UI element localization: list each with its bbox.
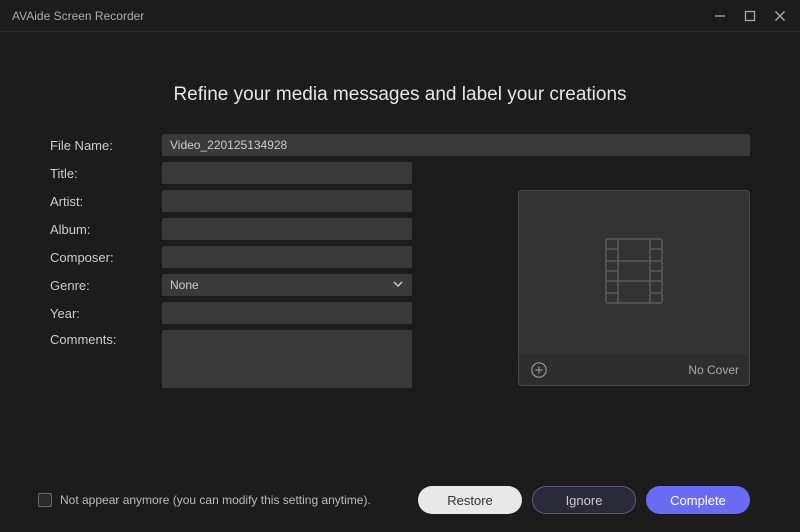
genre-select[interactable]: None — [162, 274, 412, 296]
app-title: AVAide Screen Recorder — [12, 9, 144, 23]
cover-placeholder — [518, 190, 750, 356]
year-row: Year: — [50, 302, 412, 324]
composer-row: Composer: — [50, 246, 412, 268]
file-name-label: File Name: — [50, 138, 162, 153]
cover-footer: No Cover — [518, 354, 750, 386]
action-buttons: Restore Ignore Complete — [418, 486, 750, 514]
album-row: Album: — [50, 218, 412, 240]
file-name-row: File Name: — [50, 134, 750, 156]
artist-label: Artist: — [50, 194, 162, 209]
composer-label: Composer: — [50, 250, 162, 265]
artist-input[interactable] — [162, 190, 412, 212]
footer: Not appear anymore (you can modify this … — [0, 478, 800, 532]
minimize-icon[interactable] — [712, 8, 728, 24]
comments-row: Comments: — [50, 330, 412, 388]
chevron-down-icon — [392, 278, 404, 293]
title-input[interactable] — [162, 162, 412, 184]
ignore-button[interactable]: Ignore — [532, 486, 636, 514]
year-input[interactable] — [162, 302, 412, 324]
restore-button[interactable]: Restore — [418, 486, 522, 514]
album-input[interactable] — [162, 218, 412, 240]
complete-button[interactable]: Complete — [646, 486, 750, 514]
comments-label: Comments: — [50, 330, 162, 347]
content: File Name: Title: Artist: Album: Compose — [0, 134, 800, 394]
film-icon — [584, 221, 684, 326]
artist-row: Artist: — [50, 190, 412, 212]
year-label: Year: — [50, 306, 162, 321]
add-cover-button[interactable] — [529, 360, 549, 380]
not-appear-row: Not appear anymore (you can modify this … — [38, 493, 371, 507]
not-appear-label: Not appear anymore (you can modify this … — [60, 493, 371, 507]
page-title: Refine your media messages and label you… — [0, 84, 800, 106]
genre-label: Genre: — [50, 278, 162, 293]
album-label: Album: — [50, 222, 162, 237]
genre-row: Genre: None — [50, 274, 412, 296]
close-icon[interactable] — [772, 8, 788, 24]
window-controls — [712, 8, 788, 24]
no-cover-text: No Cover — [688, 363, 739, 377]
genre-value: None — [170, 278, 199, 292]
composer-input[interactable] — [162, 246, 412, 268]
title-label: Title: — [50, 166, 162, 181]
title-row: Title: — [50, 162, 412, 184]
comments-input[interactable] — [162, 330, 412, 388]
titlebar: AVAide Screen Recorder — [0, 0, 800, 32]
maximize-icon[interactable] — [742, 8, 758, 24]
file-name-input[interactable] — [162, 134, 750, 156]
cover-panel: No Cover — [518, 190, 750, 394]
not-appear-checkbox[interactable] — [38, 493, 52, 507]
